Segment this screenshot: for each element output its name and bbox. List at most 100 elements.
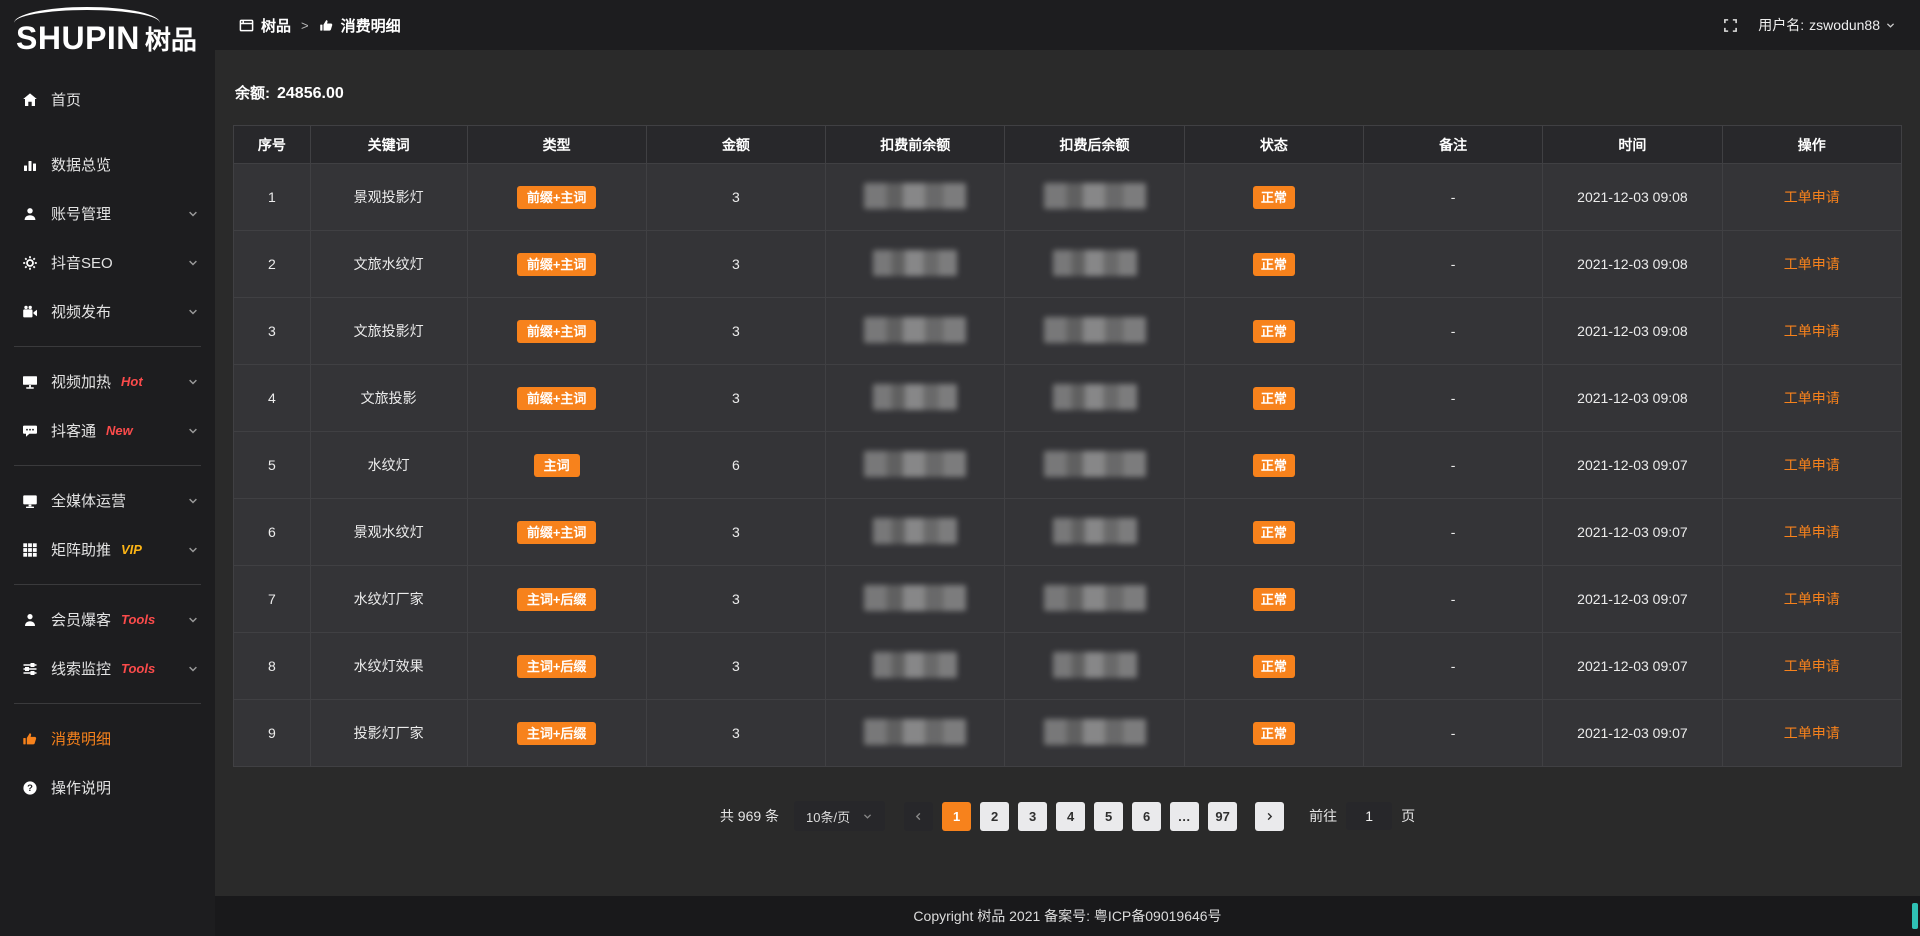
- page-button-2[interactable]: 2: [980, 802, 1009, 831]
- app-root: SHUPIN树品 首页数据总览账号管理抖音SEO视频发布视频加热Hot抖客通Ne…: [0, 0, 1920, 936]
- sidebar-item-douketong[interactable]: 抖客通New: [0, 406, 215, 455]
- cell-remark: -: [1363, 365, 1542, 432]
- cell-balance-after: [1005, 432, 1184, 499]
- redacted-value: [873, 518, 957, 544]
- chevron-down-icon: [187, 544, 199, 556]
- redacted-value: [1053, 384, 1137, 410]
- type-badge: 主词: [534, 454, 580, 477]
- breadcrumb-item-home[interactable]: 树品: [239, 15, 291, 36]
- page-button-6[interactable]: 6: [1132, 802, 1161, 831]
- table-row: 8水纹灯效果主词+后缀3正常-2021-12-03 09:07工单申请: [234, 633, 1902, 700]
- chevron-down-icon: [187, 376, 199, 388]
- page-button-5[interactable]: 5: [1094, 802, 1123, 831]
- cell-index: 4: [234, 365, 311, 432]
- sidebar-item-home[interactable]: 首页: [0, 75, 215, 124]
- chevron-down-icon: [187, 425, 199, 437]
- sidebar-item-data-overview[interactable]: 数据总览: [0, 140, 215, 189]
- sidebar-item-label: 账号管理: [51, 203, 111, 224]
- cell-balance-before: [826, 365, 1005, 432]
- ticket-apply-link[interactable]: 工单申请: [1784, 256, 1840, 272]
- breadcrumb-label: 消费明细: [341, 15, 401, 36]
- cell-keyword: 文旅水纹灯: [310, 231, 467, 298]
- chevron-down-icon: [187, 614, 199, 626]
- page-size-value: 10条/页: [806, 807, 850, 826]
- cell-action: 工单申请: [1722, 298, 1901, 365]
- scrollbar-marker[interactable]: [1912, 903, 1918, 929]
- cell-time: 2021-12-03 09:07: [1543, 566, 1722, 633]
- cell-status: 正常: [1184, 633, 1363, 700]
- status-badge: 正常: [1253, 655, 1295, 678]
- sidebar-item-account-manage[interactable]: 账号管理: [0, 189, 215, 238]
- goto-page-input[interactable]: [1346, 802, 1392, 830]
- topbar: 树品 > 消费明细 用户名: zswodun88: [215, 0, 1920, 50]
- sidebar-item-member-burst[interactable]: 会员爆客Tools: [0, 595, 215, 644]
- ticket-apply-link[interactable]: 工单申请: [1784, 189, 1840, 205]
- status-badge: 正常: [1253, 387, 1295, 410]
- sidebar-item-matrix-boost[interactable]: 矩阵助推VIP: [0, 525, 215, 574]
- cell-type: 前缀+主词: [467, 298, 646, 365]
- ticket-apply-link[interactable]: 工单申请: [1784, 591, 1840, 607]
- sidebar-item-badge: Hot: [121, 374, 143, 389]
- ticket-apply-link[interactable]: 工单申请: [1784, 725, 1840, 741]
- cell-amount: 6: [646, 432, 825, 499]
- ticket-apply-link[interactable]: 工单申请: [1784, 390, 1840, 406]
- redacted-value: [1044, 317, 1146, 343]
- user-icon: [22, 206, 38, 222]
- sidebar-item-video-heat[interactable]: 视频加热Hot: [0, 357, 215, 406]
- col-header-type: 类型: [467, 126, 646, 164]
- cell-action: 工单申请: [1722, 365, 1901, 432]
- user-menu[interactable]: 用户名: zswodun88: [1758, 15, 1896, 35]
- breadcrumb-separator: >: [301, 18, 309, 33]
- ticket-apply-link[interactable]: 工单申请: [1784, 524, 1840, 540]
- cell-balance-before: [826, 633, 1005, 700]
- ticket-apply-link[interactable]: 工单申请: [1784, 323, 1840, 339]
- page-button-1[interactable]: 1: [942, 802, 971, 831]
- sidebar-item-operation-guide[interactable]: ?操作说明: [0, 763, 215, 812]
- cell-type: 主词+后缀: [467, 700, 646, 767]
- table-row: 4文旅投影前缀+主词3正常-2021-12-03 09:08工单申请: [234, 365, 1902, 432]
- table-row: 6景观水纹灯前缀+主词3正常-2021-12-03 09:07工单申请: [234, 499, 1902, 566]
- redacted-value: [1044, 719, 1146, 745]
- cell-status: 正常: [1184, 700, 1363, 767]
- cell-keyword: 水纹灯: [310, 432, 467, 499]
- cell-balance-before: [826, 499, 1005, 566]
- sidebar-item-consume-detail[interactable]: 消费明细: [0, 714, 215, 763]
- sliders-icon: [22, 661, 38, 677]
- next-page-button[interactable]: [1255, 802, 1284, 831]
- sidebar: SHUPIN树品 首页数据总览账号管理抖音SEO视频发布视频加热Hot抖客通Ne…: [0, 0, 215, 936]
- page-ellipsis-button[interactable]: …: [1170, 802, 1199, 831]
- type-badge: 前缀+主词: [517, 320, 597, 343]
- sidebar-item-badge: New: [106, 423, 133, 438]
- type-badge: 主词+后缀: [517, 655, 597, 678]
- col-header-remark: 备注: [1363, 126, 1542, 164]
- prev-page-button[interactable]: [904, 802, 933, 831]
- status-badge: 正常: [1253, 253, 1295, 276]
- sidebar-item-label: 全媒体运营: [51, 490, 126, 511]
- sidebar-item-video-publish[interactable]: 视频发布: [0, 287, 215, 336]
- sidebar-item-media-operation[interactable]: 全媒体运营: [0, 476, 215, 525]
- gear-icon: [22, 255, 38, 271]
- cell-amount: 3: [646, 365, 825, 432]
- col-header-keyword: 关键词: [310, 126, 467, 164]
- col-header-amount: 金额: [646, 126, 825, 164]
- heat-screen-icon: [22, 374, 38, 390]
- sidebar-item-badge: Tools: [121, 661, 155, 676]
- sidebar-item-douyin-seo[interactable]: 抖音SEO: [0, 238, 215, 287]
- ticket-apply-link[interactable]: 工单申请: [1784, 658, 1840, 674]
- page-button-3[interactable]: 3: [1018, 802, 1047, 831]
- app-logo[interactable]: SHUPIN树品: [0, 0, 215, 61]
- redacted-value: [864, 719, 966, 745]
- breadcrumb-item-current[interactable]: 消费明细: [319, 15, 401, 36]
- fullscreen-icon[interactable]: [1723, 18, 1738, 33]
- page-button-4[interactable]: 4: [1056, 802, 1085, 831]
- ticket-apply-link[interactable]: 工单申请: [1784, 457, 1840, 473]
- cell-amount: 3: [646, 499, 825, 566]
- redacted-value: [864, 183, 966, 209]
- col-header-time: 时间: [1543, 126, 1722, 164]
- table-row: 1景观投影灯前缀+主词3正常-2021-12-03 09:08工单申请: [234, 164, 1902, 231]
- page-size-select[interactable]: 10条/页: [794, 801, 885, 831]
- col-header-index: 序号: [234, 126, 311, 164]
- page-button-97[interactable]: 97: [1208, 802, 1237, 831]
- sidebar-item-leads-monitor[interactable]: 线索监控Tools: [0, 644, 215, 693]
- cell-remark: -: [1363, 298, 1542, 365]
